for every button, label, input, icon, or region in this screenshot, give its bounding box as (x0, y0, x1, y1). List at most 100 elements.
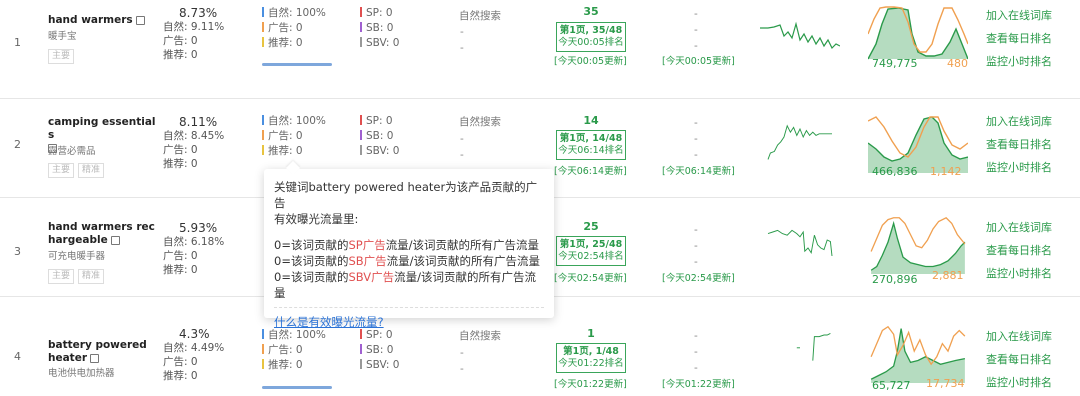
purchase-volume: 1,142 (930, 165, 962, 178)
rank-number: 35 (583, 5, 599, 18)
traffic-source: 自然搜索 (459, 116, 501, 128)
rank-update-time: [今天06:14更新] (554, 166, 627, 177)
rank-trend-sparkline (767, 229, 833, 257)
rank-trend-sparkline (760, 21, 840, 50)
traffic-share: 5.93% 自然: 6.18% 广告: 0 推荐: 0 (163, 221, 225, 276)
ad-rank-update-time: [今天01:22更新] (662, 379, 735, 390)
search-volume-chart (868, 116, 968, 173)
rank-box[interactable]: 第1页, 14/48 今天06:14排名 (556, 130, 626, 160)
table-row: 1 hand warmers 暖手宝 主要 8.73% 自然: 9.11% 广告… (0, 0, 1080, 99)
rank-trend-sparkline (796, 332, 831, 361)
row-actions: 加入在线词库 查看每日排名 监控小时排名 (986, 325, 1052, 394)
rank-box[interactable]: 第1页, 1/48 今天01:22排名 (556, 343, 626, 373)
ad-rank-update-time: [今天06:14更新] (662, 166, 735, 177)
daily-rank-link[interactable]: 查看每日排名 (986, 133, 1052, 156)
tooltip-line-sp: 0=该词贡献的SP广告流量/该词贡献的所有广告流量 (274, 238, 540, 252)
ad-breakdown: SP: 0 SB: 0 SBV: 0 (360, 6, 399, 51)
keyword[interactable]: hand warmers (48, 14, 156, 27)
tag-list: 主要 精准 (48, 157, 108, 178)
ad-rank-dashes: --- (694, 8, 698, 52)
search-volume: 65,727 (872, 379, 911, 392)
tooltip-divider (274, 307, 544, 308)
progress-bar (262, 63, 332, 66)
copy-icon[interactable] (135, 15, 145, 25)
search-volume: 749,775 (872, 57, 918, 70)
keyword-translation: 电池供电加热器 (48, 368, 115, 379)
row-number: 3 (14, 245, 21, 258)
traffic-share: 4.3% 自然: 4.49% 广告: 0 推荐: 0 (163, 327, 225, 382)
tag-list: 主要 (48, 43, 78, 64)
hourly-rank-link[interactable]: 监控小时排名 (986, 371, 1052, 394)
add-to-wordlist-link[interactable]: 加入在线词库 (986, 325, 1052, 348)
keyword-translation: 暖手宝 (48, 31, 77, 42)
ad-rank-dashes: --- (694, 117, 698, 161)
tag: 主要 (48, 49, 75, 64)
ad-rank-update-time: [今天00:05更新] (662, 56, 735, 67)
row-actions: 加入在线词库 查看每日排名 监控小时排名 (986, 4, 1052, 73)
keyword[interactable]: hand warmers rechargeable (48, 221, 156, 247)
ad-traffic-tooltip: 关键词battery powered heater为该产品贡献的广告 有效曝光流… (264, 160, 554, 329)
rank-number: 25 (583, 220, 599, 233)
daily-rank-link[interactable]: 查看每日排名 (986, 348, 1052, 371)
rank-update-time: [今天02:54更新] (554, 273, 627, 284)
tooltip-title-cont: 有效曝光流量里: (274, 212, 359, 226)
source-dashes: -- (460, 26, 464, 54)
ad-breakdown: SP: 0 SB: 0 SBV: 0 (360, 328, 399, 373)
search-volume-chart (870, 325, 966, 383)
daily-rank-link[interactable]: 查看每日排名 (986, 239, 1052, 262)
add-to-wordlist-link[interactable]: 加入在线词库 (986, 216, 1052, 239)
row-number: 1 (14, 36, 21, 49)
tag: 精准 (78, 269, 105, 284)
traffic-breakdown: 自然: 100% 广告: 0 推荐: 0 (262, 328, 326, 373)
search-volume: 270,896 (872, 273, 918, 286)
hourly-rank-link[interactable]: 监控小时排名 (986, 156, 1052, 179)
tag: 主要 (48, 163, 75, 178)
search-volume: 466,836 (872, 165, 918, 178)
tooltip-line-sbv: 0=该词贡献的SBV广告流量/该词贡献的所有广告流量 (274, 270, 537, 300)
traffic-breakdown: 自然: 100% 广告: 0 推荐: 0 (262, 6, 326, 51)
rank-number: 1 (587, 327, 595, 340)
tag: 主要 (48, 269, 75, 284)
traffic-share: 8.11% 自然: 8.45% 广告: 0 推荐: 0 (163, 115, 225, 170)
keyword-translation: 露营必需品 (48, 146, 96, 157)
ad-rank-dashes: --- (694, 224, 698, 268)
row-actions: 加入在线词库 查看每日排名 监控小时排名 (986, 110, 1052, 179)
hourly-rank-link[interactable]: 监控小时排名 (986, 50, 1052, 73)
rank-number: 14 (583, 114, 599, 127)
purchase-volume: 2,881 (932, 269, 964, 282)
rank-update-time: [今天01:22更新] (554, 379, 627, 390)
rank-trend-sparkline (767, 124, 832, 160)
copy-icon[interactable] (110, 235, 120, 245)
keyword-translation: 可充电暖手器 (48, 251, 106, 262)
traffic-share: 8.73% 自然: 9.11% 广告: 0 推荐: 0 (163, 6, 225, 61)
search-volume-chart (868, 6, 968, 60)
ad-rank-dashes: --- (694, 330, 698, 374)
row-actions: 加入在线词库 查看每日排名 监控小时排名 (986, 216, 1052, 285)
search-volume-chart (870, 216, 966, 274)
tooltip-title: 关键词battery powered heater为该产品贡献的广告 (274, 180, 538, 210)
purchase-volume: 480 (947, 57, 968, 70)
traffic-source: 自然搜索 (459, 330, 501, 342)
source-dashes: -- (460, 347, 464, 375)
ad-breakdown: SP: 0 SB: 0 SBV: 0 (360, 114, 399, 159)
rank-update-time: [今天00:05更新] (554, 56, 627, 67)
traffic-source: 自然搜索 (459, 10, 501, 22)
ad-rank-update-time: [今天02:54更新] (662, 273, 735, 284)
hourly-rank-link[interactable]: 监控小时排名 (986, 262, 1052, 285)
tag: 精准 (78, 163, 105, 178)
effective-traffic-help-link[interactable]: 什么是有效曝光流量? (274, 315, 384, 329)
add-to-wordlist-link[interactable]: 加入在线词库 (986, 4, 1052, 27)
tooltip-line-sb: 0=该词贡献的SB广告流量/该词贡献的所有广告流量 (274, 254, 541, 268)
copy-icon[interactable] (90, 353, 100, 363)
traffic-breakdown: 自然: 100% 广告: 0 推荐: 0 (262, 114, 326, 159)
rank-box[interactable]: 第1页, 35/48 今天00:05排名 (556, 22, 626, 52)
progress-bar (262, 386, 332, 389)
source-dashes: -- (460, 133, 464, 161)
purchase-volume: 17,734 (926, 377, 965, 390)
add-to-wordlist-link[interactable]: 加入在线词库 (986, 110, 1052, 133)
row-number: 2 (14, 138, 21, 151)
keyword[interactable]: battery powered heater (48, 339, 156, 365)
row-number: 4 (14, 350, 21, 363)
rank-box[interactable]: 第1页, 25/48 今天02:54排名 (556, 236, 626, 266)
daily-rank-link[interactable]: 查看每日排名 (986, 27, 1052, 50)
